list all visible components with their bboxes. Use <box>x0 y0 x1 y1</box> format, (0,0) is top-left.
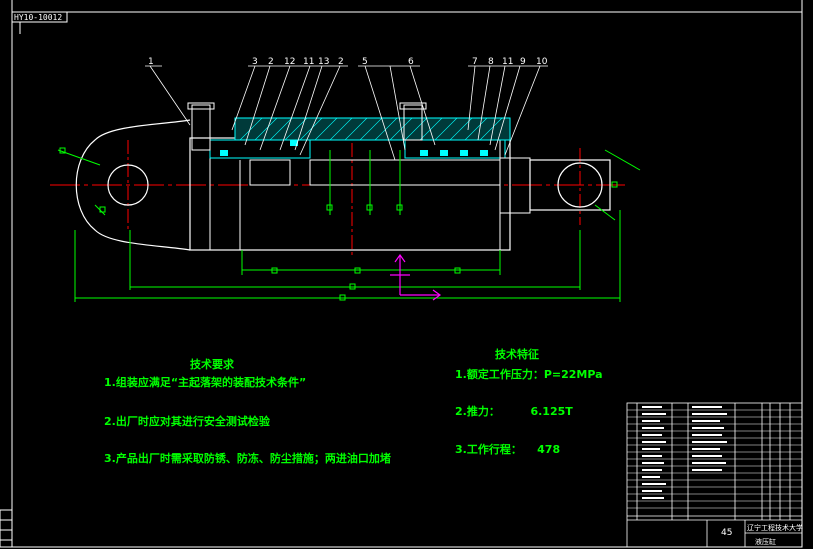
ucs-axis-icon <box>390 253 442 301</box>
tech-spec-item: 3.工作行程： 478 <box>455 443 561 456</box>
part-number: 3 <box>252 57 258 67</box>
part-number: 9 <box>520 57 526 67</box>
part-number: 2 <box>338 57 344 67</box>
tech-specs-title: 技术特征 <box>495 348 539 361</box>
part-number: 7 <box>472 57 478 67</box>
rear-oil-port <box>191 104 211 151</box>
part-number: 8 <box>488 57 494 67</box>
title-block-name: 液压缸 <box>755 538 776 546</box>
tech-requirement-item: 3.产品出厂时需采取防锈、防冻、防尘措施；两进油口加堵 <box>104 452 391 465</box>
tech-spec-item: 2.推力： 6.125T <box>455 405 573 418</box>
title-block-fill-marks <box>642 406 727 499</box>
internal-dims <box>74 150 621 302</box>
seal-rings <box>220 140 488 156</box>
cad-drawing-canvas: HY10-10012 1 3 2 12 11 13 2 5 6 7 8 11 9… <box>0 0 813 549</box>
part-number: 13 <box>318 57 330 67</box>
title-block-school: 辽宁工程技术大学 <box>747 524 803 532</box>
part-number: 12 <box>284 57 296 67</box>
piston-rod-upper <box>309 159 501 186</box>
drawing-sheet: HY10-10012 <box>0 0 803 548</box>
tech-requirement-item: 1.组装应满足“主起落架的装配技术条件” <box>104 376 307 389</box>
part-leaders <box>145 65 548 161</box>
part-number: 6 <box>408 57 414 67</box>
tech-requirements-title: 技术要求 <box>190 358 234 371</box>
piston <box>249 159 291 186</box>
tech-requirement-item: 2.出厂时应对其进行安全测试检验 <box>104 415 270 428</box>
title-block-scale: 45 <box>721 528 733 538</box>
part-number: 11 <box>303 57 315 67</box>
tech-spec-item: 1.额定工作压力：P=22MPa <box>455 368 603 381</box>
dim-line <box>57 149 101 166</box>
side-strip <box>0 509 13 548</box>
drawing-code: HY10-10012 <box>14 13 62 22</box>
part-number: 11 <box>502 57 514 67</box>
part-number: 10 <box>536 57 548 67</box>
part-number: 5 <box>362 57 368 67</box>
part-number: 2 <box>268 57 274 67</box>
part-number: 1 <box>148 57 154 67</box>
title-block-rows <box>627 409 802 509</box>
